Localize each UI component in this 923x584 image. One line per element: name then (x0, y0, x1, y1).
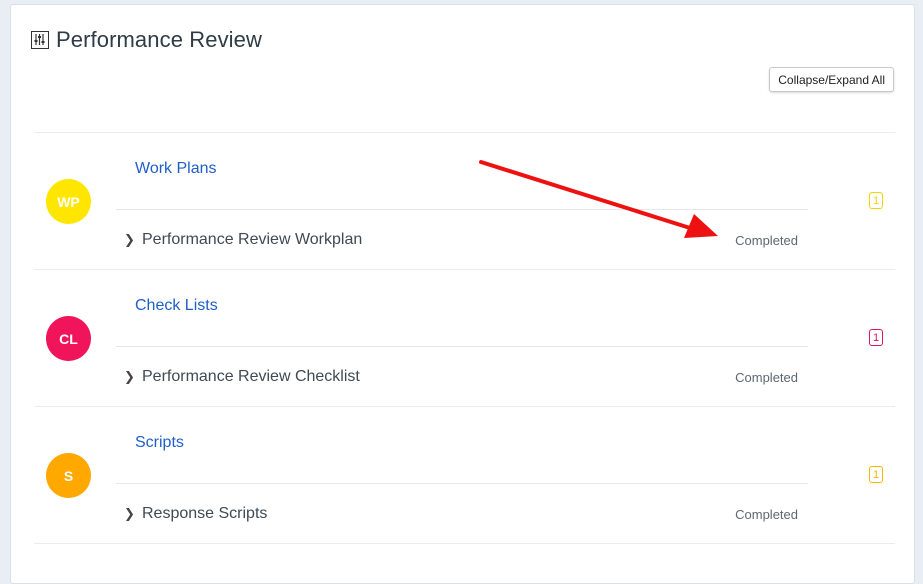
avatar: CL (46, 316, 91, 361)
count-badge: 1 (869, 192, 883, 209)
avatar: S (46, 453, 91, 498)
chevron-right-icon[interactable]: ❯ (124, 369, 140, 385)
section-list: WP Work Plans ❯ Performance Review Workp… (34, 132, 895, 544)
page-title: Performance Review (56, 27, 262, 52)
section-title-work-plans[interactable]: Work Plans (135, 160, 217, 178)
chevron-right-icon[interactable]: ❯ (124, 232, 140, 248)
item-label[interactable]: Performance Review Checklist (142, 368, 360, 386)
item-label[interactable]: Response Scripts (142, 505, 267, 523)
status-text: Completed (735, 506, 798, 522)
divider (116, 346, 808, 347)
status-text: Completed (735, 232, 798, 248)
divider (116, 209, 808, 210)
section-title-scripts[interactable]: Scripts (135, 434, 184, 452)
collapse-expand-all-button[interactable]: Collapse/Expand All (769, 67, 894, 92)
chevron-right-icon[interactable]: ❯ (124, 506, 140, 522)
divider (116, 483, 808, 484)
sliders-icon (31, 31, 49, 49)
section-title-check-lists[interactable]: Check Lists (135, 297, 218, 315)
card-header: Performance Review (31, 27, 262, 53)
count-badge: 1 (869, 329, 883, 346)
performance-review-card: Performance Review Collapse/Expand All W… (10, 4, 915, 584)
count-badge: 1 (869, 466, 883, 483)
list-item[interactable]: ❯ Performance Review Workplan Completed (124, 231, 808, 249)
section-work-plans: WP Work Plans ❯ Performance Review Workp… (34, 132, 895, 269)
item-label[interactable]: Performance Review Workplan (142, 231, 362, 249)
section-scripts: S Scripts ❯ Response Scripts Completed 1 (34, 406, 895, 544)
list-item[interactable]: ❯ Response Scripts Completed (124, 505, 808, 523)
status-text: Completed (735, 369, 798, 385)
avatar: WP (46, 179, 91, 224)
list-item[interactable]: ❯ Performance Review Checklist Completed (124, 368, 808, 386)
section-check-lists: CL Check Lists ❯ Performance Review Chec… (34, 269, 895, 406)
